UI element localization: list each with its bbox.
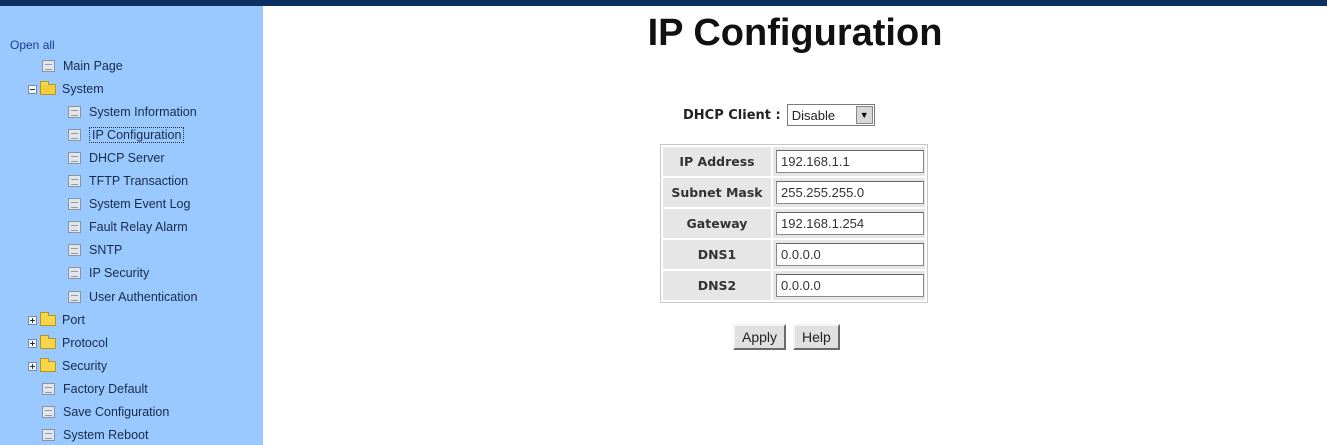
ip-address-input[interactable] [776, 150, 924, 173]
sidebar-item-port[interactable]: Port [28, 310, 85, 330]
sidebar-item-main-page[interactable]: Main Page [42, 56, 123, 76]
page-icon [68, 129, 81, 141]
dns2-input[interactable] [776, 274, 924, 297]
page-icon [68, 152, 81, 164]
page-icon [68, 291, 81, 303]
sidebar-item-label: System Information [89, 105, 197, 119]
page-icon [68, 175, 81, 187]
subnet-mask-label: Subnet Mask [663, 178, 771, 207]
sidebar-item-label: Save Configuration [63, 405, 170, 419]
sidebar-item-label: IP Security [89, 266, 150, 280]
sidebar-item-save-configuration[interactable]: Save Configuration [42, 402, 169, 422]
sidebar-item-tftp-transaction[interactable]: TFTP Transaction [68, 171, 188, 191]
sidebar-item-ip-configuration[interactable]: IP Configuration [68, 125, 185, 145]
sidebar-item-label: SNTP [89, 243, 123, 257]
sidebar-item-label: Main Page [63, 59, 123, 73]
page-icon [68, 267, 81, 279]
sidebar-item-ip-security[interactable]: IP Security [68, 263, 149, 283]
expand-icon[interactable] [28, 338, 37, 348]
sidebar-nav: Open all Main Page System System Informa… [0, 6, 263, 445]
main-content: IP Configuration DHCP Client : Disable ▼… [263, 6, 1327, 445]
page-icon [42, 60, 55, 72]
folder-open-icon [40, 80, 56, 95]
dhcp-client-label: DHCP Client : [683, 107, 781, 123]
sidebar-item-security[interactable]: Security [28, 356, 107, 376]
apply-button[interactable]: Apply [733, 324, 787, 350]
page-icon [68, 198, 81, 210]
sidebar-item-fault-relay-alarm[interactable]: Fault Relay Alarm [68, 217, 188, 237]
table-row: Gateway [663, 209, 925, 238]
dns1-label: DNS1 [663, 240, 771, 269]
sidebar-item-label: IP Configuration [89, 127, 185, 143]
dhcp-client-value: Disable [791, 107, 836, 123]
dropdown-arrow-icon[interactable]: ▼ [855, 106, 873, 124]
ip-settings-table: IP Address Subnet Mask Gateway DNS1 DNS2 [660, 144, 928, 303]
sidebar-item-user-authentication[interactable]: User Authentication [68, 287, 197, 307]
table-row: IP Address [663, 147, 925, 176]
sidebar-item-label: System Reboot [63, 428, 149, 442]
sidebar-item-label: Factory Default [63, 382, 148, 396]
sidebar-item-label: System [62, 82, 104, 96]
dhcp-client-row: DHCP Client : Disable ▼ [683, 102, 875, 128]
ip-address-label: IP Address [663, 147, 771, 176]
gateway-label: Gateway [663, 209, 771, 238]
sidebar-item-dhcp-server[interactable]: DHCP Server [68, 148, 164, 168]
folder-icon [40, 334, 56, 349]
table-row: DNS1 [663, 240, 925, 269]
sidebar-item-label: Port [62, 313, 85, 327]
page-icon [68, 106, 81, 118]
sidebar-item-label: User Authentication [89, 290, 198, 304]
sidebar-item-protocol[interactable]: Protocol [28, 333, 108, 353]
sidebar-item-label: System Event Log [89, 197, 191, 211]
sidebar-item-system[interactable]: System [28, 79, 104, 99]
page-title: IP Configuration [647, 12, 943, 54]
dns1-input[interactable] [776, 243, 924, 266]
page-icon [68, 221, 81, 233]
expand-icon[interactable] [28, 315, 37, 325]
sidebar-item-label: TFTP Transaction [89, 174, 189, 188]
collapse-icon[interactable] [28, 84, 37, 94]
sidebar-item-sntp[interactable]: SNTP [68, 240, 122, 260]
gateway-input[interactable] [776, 212, 924, 235]
expand-icon[interactable] [28, 361, 37, 371]
sidebar-item-system-information[interactable]: System Information [68, 102, 197, 122]
sidebar-item-label: Protocol [62, 336, 108, 350]
action-buttons: Apply Help [733, 324, 840, 350]
sidebar-item-system-reboot[interactable]: System Reboot [42, 425, 148, 445]
folder-icon [40, 357, 56, 372]
folder-icon [40, 311, 56, 326]
sidebar-item-label: DHCP Server [89, 151, 165, 165]
subnet-mask-input[interactable] [776, 181, 924, 204]
sidebar-item-factory-default[interactable]: Factory Default [42, 379, 148, 399]
dns2-label: DNS2 [663, 271, 771, 300]
dhcp-client-select[interactable]: Disable ▼ [786, 104, 875, 126]
sidebar-item-system-event-log[interactable]: System Event Log [68, 194, 190, 214]
help-button[interactable]: Help [793, 324, 840, 350]
table-row: Subnet Mask [663, 178, 925, 207]
page-icon [68, 244, 81, 256]
sidebar-item-label: Security [62, 359, 108, 373]
table-row: DNS2 [663, 271, 925, 300]
page-icon [42, 429, 55, 441]
open-all-link[interactable]: Open all [10, 38, 55, 52]
sidebar-item-label: Fault Relay Alarm [89, 220, 188, 234]
page-icon [42, 406, 55, 418]
page-icon [42, 383, 55, 395]
